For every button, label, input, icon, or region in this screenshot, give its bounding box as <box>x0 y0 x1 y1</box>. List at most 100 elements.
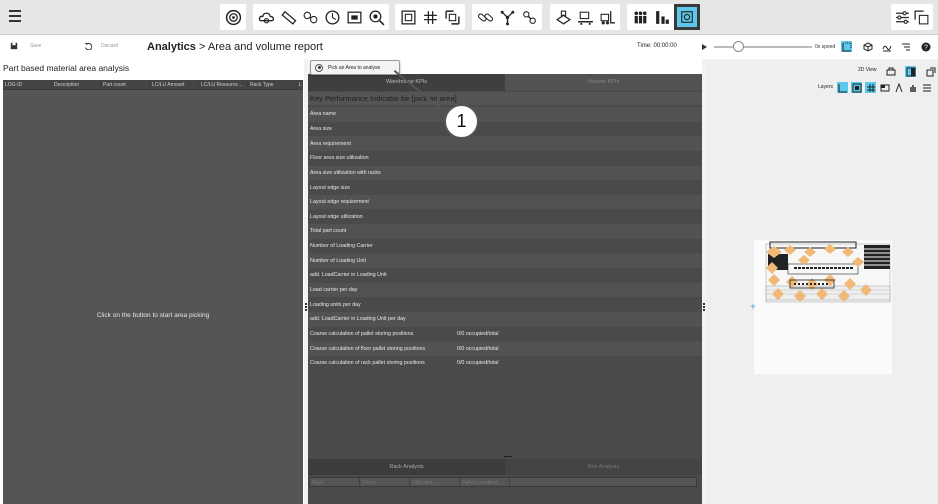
layout-preview-canvas[interactable] <box>754 240 892 374</box>
kpi-label: Area name <box>310 111 336 118</box>
view-mode-label: 2D View <box>858 67 877 73</box>
kpi-label: Floor area size utilization <box>310 155 369 162</box>
panel-toggle-icon[interactable] <box>905 66 916 77</box>
kpi-value: 0/0 occupied/total <box>457 330 499 337</box>
box-hand-icon[interactable] <box>553 7 573 27</box>
kpi-row: Layout edge utilization <box>308 209 702 225</box>
column-header[interactable]: Rack <box>310 478 360 486</box>
kpi-label: Area size utilization with racks <box>310 169 381 176</box>
target-icon[interactable] <box>223 7 243 27</box>
layer-grid-icon[interactable] <box>865 82 876 93</box>
frame-icon[interactable] <box>398 7 418 27</box>
layer-rack-icon[interactable] <box>879 82 890 93</box>
pick-area-label: Pick an Area to analyse <box>328 64 381 71</box>
cloud-gear-icon[interactable] <box>256 7 276 27</box>
material-grid-header: LOG-ID Description Part count LC/LU Amou… <box>3 80 303 90</box>
main-toolbar <box>0 0 938 35</box>
column-header[interactable]: Count <box>360 478 410 486</box>
popout-icon[interactable] <box>925 66 936 77</box>
layer-area-icon[interactable] <box>851 82 862 93</box>
kpi-row: Layout edge requirement <box>308 194 702 210</box>
pick-area-button[interactable]: Pick an Area to analyse <box>310 60 400 75</box>
heatmap-icon[interactable] <box>881 41 892 52</box>
column-header[interactable]: Utilization … <box>410 478 460 486</box>
undo-icon <box>84 42 92 50</box>
layer-shelf-icon[interactable] <box>921 82 932 93</box>
toolbar-group-logistics <box>550 4 620 30</box>
column-header[interactable]: LOG-ID <box>3 80 52 89</box>
tab-box-analysis[interactable]: Box Analysis <box>505 459 702 475</box>
analysis-tabs: Rack Analysis Box Analysis <box>308 459 702 475</box>
kpi-table: Area name Area size Area requirement Floor … <box>308 107 702 371</box>
kpi-label: Layout edge utilization <box>310 213 363 220</box>
menu-icon[interactable] <box>9 10 21 22</box>
forklift-icon[interactable] <box>597 7 617 27</box>
list-icon[interactable] <box>900 41 911 52</box>
stack-icon[interactable] <box>652 7 672 27</box>
link-icon[interactable] <box>475 7 495 27</box>
kpi-value: 0/0 occupied/total <box>457 345 499 352</box>
column-header[interactable]: LC/LU Resource… <box>199 80 248 89</box>
conveyor-icon[interactable] <box>575 7 595 27</box>
column-header[interactable]: LI <box>297 80 303 89</box>
column-header[interactable]: Part count <box>101 80 150 89</box>
kpi-row: add. LoadCarrier in Loading Unit <box>308 268 702 283</box>
kpi-label: Layout edge requirement <box>310 199 369 206</box>
column-header[interactable]: Pallets positions … <box>460 478 510 486</box>
clock-icon[interactable] <box>322 7 342 27</box>
svg-text:?: ? <box>924 44 928 51</box>
kpi-row: Layout edge size <box>308 180 702 195</box>
empty-state-message: Click on the button to start area pickin… <box>96 312 210 319</box>
area-icon[interactable] <box>344 7 364 27</box>
speed-slider-handle[interactable] <box>733 41 744 52</box>
column-header[interactable]: Rack Type <box>248 80 297 89</box>
callout-badge: 1 <box>444 104 479 139</box>
network-icon[interactable] <box>497 7 517 27</box>
sub-toolbar: Save Discard Analytics > Area and volume… <box>0 35 938 59</box>
kpi-label: Coarse calculation of pallet storing pos… <box>310 330 414 337</box>
save-view-icon[interactable] <box>885 66 896 77</box>
toolbar-group-measure <box>253 4 389 30</box>
left-panel: Part based material area analysis LOG-ID… <box>0 59 305 504</box>
breadcrumb-root[interactable]: Analytics <box>147 41 196 53</box>
column-header[interactable]: LC/LU Amount <box>150 80 199 89</box>
vertical-splitter-grip[interactable] <box>504 456 512 457</box>
kpi-row: Load carrier per day <box>308 282 702 298</box>
column-header[interactable]: Description <box>52 80 101 89</box>
kpi-row: Coarse calculation of rack pallet storin… <box>308 355 702 371</box>
kpi-row: Area name <box>308 107 702 122</box>
cube-icon[interactable] <box>862 41 873 52</box>
chain-icon[interactable] <box>519 7 539 27</box>
resize-icon[interactable] <box>442 7 462 27</box>
settings-sliders-icon[interactable] <box>894 7 911 27</box>
kpi-label: add. LoadCarrier in Loading Unit <box>310 272 387 279</box>
discard-button[interactable]: Discard <box>84 42 118 50</box>
save-button[interactable]: Save <box>10 42 41 50</box>
kpi-table-header: Key Performance Indicator for [pick an a… <box>308 92 702 105</box>
layer-floor-icon[interactable] <box>837 82 848 93</box>
rack-table-header: Rack Count Utilization … Pallets positio… <box>309 477 697 487</box>
zoom-gear-icon[interactable] <box>366 7 386 27</box>
select-view-icon[interactable] <box>841 41 852 52</box>
kpi-row: Area requirement <box>308 136 702 151</box>
ruler-icon[interactable] <box>278 7 298 27</box>
kpi-value: 0/0 occupied/total <box>457 360 499 367</box>
tab-rack-analysis[interactable]: Rack Analysis <box>308 459 505 475</box>
analytics-icon[interactable] <box>674 4 700 30</box>
material-grid[interactable]: LOG-ID Description Part count LC/LU Amou… <box>3 80 303 504</box>
toolbar-group-analysis <box>627 4 700 30</box>
speed-slider-track[interactable] <box>714 46 812 48</box>
export-icon[interactable] <box>913 7 930 27</box>
tab-volume-kpis[interactable]: Volume KPIs <box>505 74 702 91</box>
page-title: Area and volume report <box>207 41 323 53</box>
kpi-row: Number of Loading Carrier <box>308 238 702 254</box>
layer-hand-icon[interactable] <box>907 82 918 93</box>
layer-path-icon[interactable] <box>893 82 904 93</box>
kpi-row: Floor area size utilization <box>308 150 702 166</box>
play-icon[interactable] <box>702 44 707 50</box>
help-icon[interactable]: ? <box>920 41 931 52</box>
connect-icon[interactable] <box>300 7 320 27</box>
grid-icon[interactable] <box>420 7 440 27</box>
kpi-row: add. LoadCarrier in Loading Unit per day <box>308 311 702 327</box>
people-icon[interactable] <box>630 7 650 27</box>
